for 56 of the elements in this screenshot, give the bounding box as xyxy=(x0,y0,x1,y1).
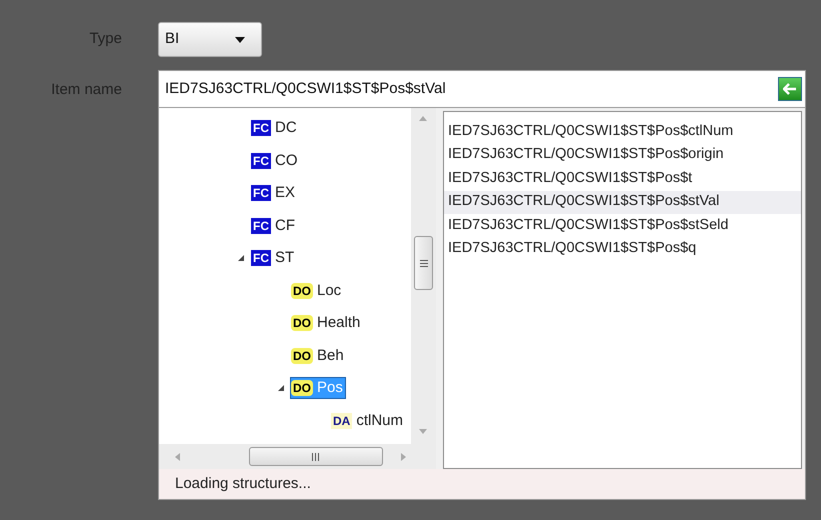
list-item[interactable]: IED7SJ63CTRL/Q0CSWI1$ST$Pos$stSeld xyxy=(444,214,801,238)
tree-item-label: DC xyxy=(275,118,297,138)
node-type-badge: FC xyxy=(251,218,271,234)
list-item[interactable]: IED7SJ63CTRL/Q0CSWI1$ST$Pos$origin xyxy=(444,144,801,167)
type-label: Type xyxy=(88,29,122,50)
item-name-field[interactable]: IED7SJ63CTRL/Q0CSWI1$ST$Pos$stVal xyxy=(158,70,806,108)
node-type-badge: FC xyxy=(251,250,271,266)
node-type-badge: DO xyxy=(291,315,313,332)
list-item[interactable]: IED7SJ63CTRL/Q0CSWI1$ST$Pos$t xyxy=(444,167,801,190)
tree-item-label: CO xyxy=(275,150,298,171)
tree-item[interactable]: FC EX xyxy=(251,183,298,204)
node-type-badge: DO xyxy=(291,348,313,364)
tree-item[interactable]: FC CO xyxy=(251,150,300,171)
expanded-arrow-icon[interactable] xyxy=(277,384,285,392)
tree-item[interactable]: FC ST xyxy=(251,248,296,268)
grip-icon xyxy=(420,260,428,266)
node-type-badge: FC xyxy=(251,152,271,169)
tree-item-label: Health xyxy=(317,313,360,334)
tree-item[interactable]: DO Beh xyxy=(291,346,346,366)
node-type-badge: DO xyxy=(291,282,313,299)
horizontal-scrollbar[interactable] xyxy=(159,444,436,469)
expanded-arrow-icon[interactable] xyxy=(237,254,245,262)
node-type-badge: FC xyxy=(251,185,271,202)
tree-item[interactable]: FC DC xyxy=(251,118,299,138)
tree-item[interactable]: DO Health xyxy=(291,313,362,334)
node-type-badge: DA xyxy=(331,412,352,429)
tree-item-label: Beh xyxy=(317,346,344,366)
tree-item-label: ST xyxy=(275,248,294,268)
scroll-right-icon[interactable] xyxy=(401,453,406,461)
dropdown-caret-icon xyxy=(235,36,245,42)
tree-item-label: Pos xyxy=(317,378,343,398)
left-arrow-icon xyxy=(783,83,797,95)
list-item[interactable]: IED7SJ63CTRL/Q0CSWI1$ST$Pos$q xyxy=(444,238,801,261)
tree-item[interactable]: FC CF xyxy=(251,216,297,236)
list-item[interactable]: IED7SJ63CTRL/Q0CSWI1$ST$Pos$ctlNum xyxy=(444,120,801,144)
tree-item-label: CF xyxy=(275,216,295,236)
back-arrow-button[interactable] xyxy=(778,77,802,101)
node-type-badge: FC xyxy=(251,120,271,136)
scroll-down-icon[interactable] xyxy=(419,429,427,434)
scroll-up-icon[interactable] xyxy=(419,116,427,121)
scrollbar-thumb[interactable] xyxy=(414,236,433,290)
vertical-scrollbar[interactable] xyxy=(411,108,436,444)
node-type-badge: DO xyxy=(291,380,313,396)
tree-item[interactable]: DA ctlNum xyxy=(331,410,406,431)
item-name-label: Item name xyxy=(50,80,122,100)
scroll-left-icon[interactable] xyxy=(175,453,180,461)
status-text: Loading structures... xyxy=(175,474,311,494)
tree-item-label: EX xyxy=(275,183,296,204)
tree-item[interactable]: DO Pos xyxy=(291,378,345,398)
tree-item-label: ctlNum xyxy=(356,410,404,431)
tree-item-label: Loc xyxy=(317,280,342,301)
grip-icon xyxy=(312,452,320,460)
scrollbar-thumb[interactable] xyxy=(249,447,383,466)
tree-item[interactable]: DO Loc xyxy=(291,280,344,301)
type-dropdown[interactable]: BI xyxy=(158,22,262,57)
list-item[interactable]: IED7SJ63CTRL/Q0CSWI1$ST$Pos$stVal xyxy=(444,190,801,214)
